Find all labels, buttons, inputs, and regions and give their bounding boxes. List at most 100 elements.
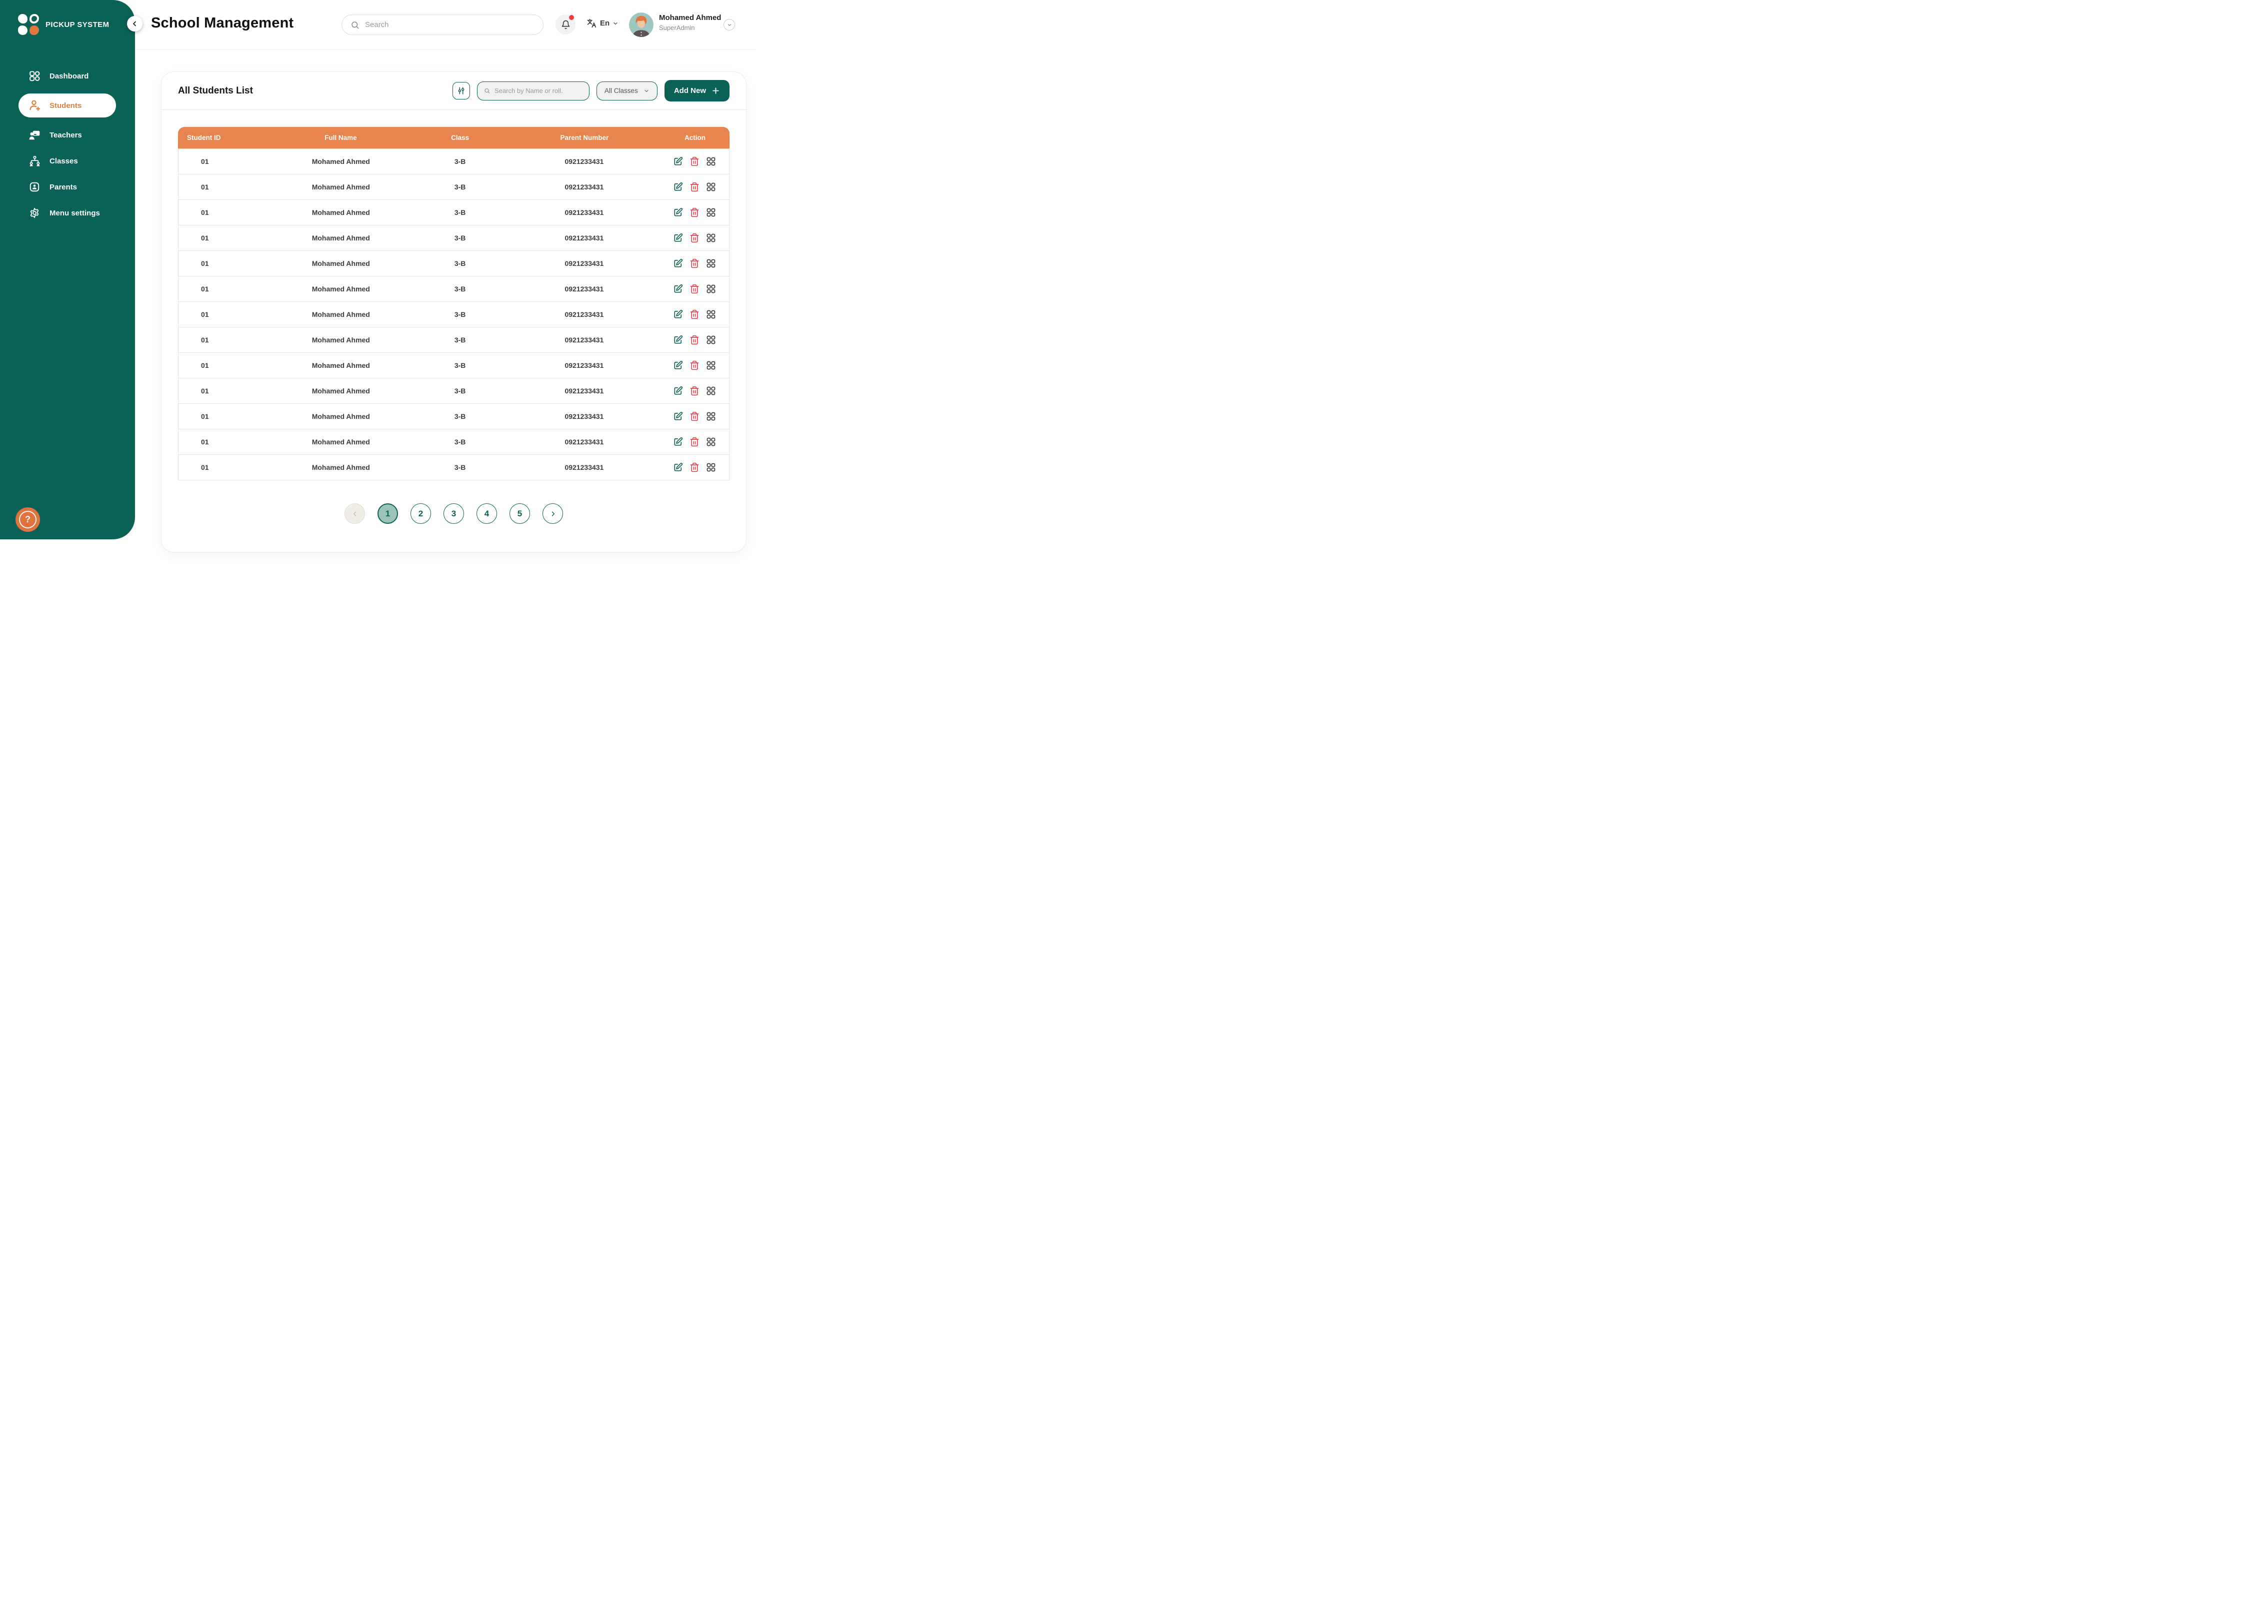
edit-icon[interactable]	[673, 309, 683, 319]
cell-parent-number: 0921233431	[508, 183, 660, 191]
topbar: School Management En Mo	[135, 0, 756, 50]
sidebar-item-label: Teachers	[50, 131, 82, 139]
pagination-page-3[interactable]: 3	[444, 503, 464, 524]
grid-more-icon[interactable]	[706, 309, 716, 319]
delete-icon[interactable]	[690, 386, 700, 396]
pagination-page-2[interactable]: 2	[410, 503, 431, 524]
notifications-button[interactable]	[556, 14, 576, 34]
sidebar-item-menu-settings[interactable]: Menu settings	[0, 200, 135, 226]
delete-icon[interactable]	[690, 284, 700, 294]
delete-icon[interactable]	[690, 258, 700, 268]
sidebar-item-parents[interactable]: Parents	[0, 174, 135, 200]
cell-student-id: 01	[178, 438, 270, 446]
delete-icon[interactable]	[690, 309, 700, 319]
grid-more-icon[interactable]	[706, 207, 716, 217]
edit-icon[interactable]	[673, 207, 683, 217]
edit-icon[interactable]	[673, 284, 683, 294]
grid-more-icon[interactable]	[706, 182, 716, 192]
sidebar-item-students[interactable]: Students	[18, 93, 116, 117]
chevron-left-icon	[352, 510, 358, 517]
column-header-action: Action	[660, 134, 730, 141]
chevron-right-icon	[550, 510, 556, 517]
class-filter-dropdown[interactable]: All Classes	[596, 81, 658, 100]
add-new-button[interactable]: Add New	[664, 80, 730, 101]
column-header-class: Class	[412, 134, 508, 141]
cell-class: 3-B	[412, 234, 508, 242]
cell-parent-number: 0921233431	[508, 438, 660, 446]
sidebar-collapse-button[interactable]	[127, 16, 142, 31]
cell-student-id: 01	[178, 285, 270, 293]
cell-parent-number: 0921233431	[508, 412, 660, 420]
cell-parent-number: 0921233431	[508, 310, 660, 318]
class-hierarchy-icon	[28, 155, 41, 167]
edit-icon[interactable]	[673, 156, 683, 166]
delete-icon[interactable]	[690, 462, 700, 472]
language-switcher[interactable]: En	[586, 18, 618, 28]
pagination-previous-button[interactable]	[344, 503, 365, 524]
edit-icon[interactable]	[673, 462, 683, 472]
cell-actions	[660, 335, 729, 345]
pagination-page-1[interactable]: 1	[378, 503, 398, 524]
cell-class: 3-B	[412, 157, 508, 165]
pagination-page-4[interactable]: 4	[476, 503, 497, 524]
help-button[interactable]: ?	[16, 507, 40, 532]
pagination-page-5[interactable]: 5	[510, 503, 530, 524]
students-table: Student ID Full Name Class Parent Number…	[178, 127, 730, 480]
delete-icon[interactable]	[690, 156, 700, 166]
edit-icon[interactable]	[673, 360, 683, 370]
sidebar-item-dashboard[interactable]: Dashboard	[0, 63, 135, 89]
parent-badge-icon	[28, 181, 41, 193]
delete-icon[interactable]	[690, 335, 700, 345]
sidebar-item-teachers[interactable]: Teachers	[0, 122, 135, 148]
cell-full-name: Mohamed Ahmed	[270, 412, 412, 420]
cell-class: 3-B	[412, 463, 508, 471]
cell-student-id: 01	[178, 234, 270, 242]
table-row: 01 Mohamed Ahmed 3-B 0921233431	[178, 353, 729, 378]
table-row: 01 Mohamed Ahmed 3-B 0921233431	[178, 302, 729, 327]
class-filter-label: All Classes	[604, 87, 638, 94]
edit-icon[interactable]	[673, 335, 683, 345]
edit-icon[interactable]	[673, 411, 683, 421]
delete-icon[interactable]	[690, 207, 700, 217]
student-search[interactable]	[477, 81, 590, 100]
cell-class: 3-B	[412, 387, 508, 395]
cell-full-name: Mohamed Ahmed	[270, 336, 412, 344]
delete-icon[interactable]	[690, 411, 700, 421]
sidebar-item-label: Menu settings	[50, 209, 100, 217]
grid-more-icon[interactable]	[706, 462, 716, 472]
user-menu-button[interactable]	[724, 19, 735, 30]
delete-icon[interactable]	[690, 233, 700, 243]
grid-more-icon[interactable]	[706, 156, 716, 166]
grid-more-icon[interactable]	[706, 386, 716, 396]
grid-more-icon[interactable]	[706, 284, 716, 294]
delete-icon[interactable]	[690, 437, 700, 447]
sidebar-item-classes[interactable]: Classes	[0, 148, 135, 174]
delete-icon[interactable]	[690, 182, 700, 192]
user-name: Mohamed Ahmed	[659, 13, 721, 22]
grid-more-icon[interactable]	[706, 335, 716, 345]
delete-icon[interactable]	[690, 360, 700, 370]
table-row: 01 Mohamed Ahmed 3-B 0921233431	[178, 174, 729, 200]
edit-icon[interactable]	[673, 233, 683, 243]
global-search-input[interactable]	[365, 20, 534, 29]
cell-actions	[660, 386, 729, 396]
edit-icon[interactable]	[673, 182, 683, 192]
global-search[interactable]	[342, 14, 544, 35]
user-avatar[interactable]	[629, 12, 654, 37]
edit-icon[interactable]	[673, 258, 683, 268]
grid-more-icon[interactable]	[706, 233, 716, 243]
grid-more-icon[interactable]	[706, 360, 716, 370]
grid-more-icon[interactable]	[706, 411, 716, 421]
teacher-board-icon	[28, 129, 41, 141]
grid-more-icon[interactable]	[706, 258, 716, 268]
sidebar-nav: Dashboard Students Teache	[0, 63, 135, 226]
edit-icon[interactable]	[673, 386, 683, 396]
pagination-next-button[interactable]	[542, 503, 563, 524]
edit-icon[interactable]	[673, 437, 683, 447]
table-row: 01 Mohamed Ahmed 3-B 0921233431	[178, 429, 729, 455]
filter-button[interactable]	[452, 82, 470, 99]
grid-more-icon[interactable]	[706, 437, 716, 447]
student-search-input[interactable]	[494, 87, 582, 94]
cell-actions	[660, 309, 729, 319]
cell-actions	[660, 437, 729, 447]
